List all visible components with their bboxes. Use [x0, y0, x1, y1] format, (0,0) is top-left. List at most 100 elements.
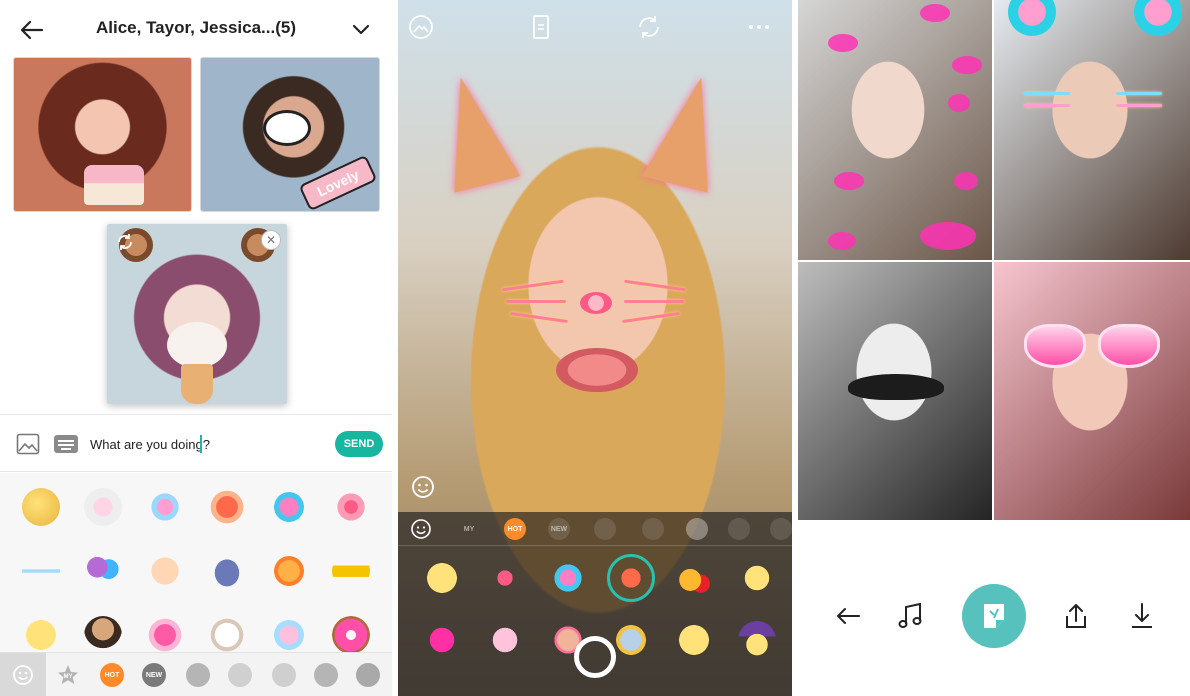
filter-fox-glitter[interactable] [599, 552, 662, 604]
puppy-nose-sticker [263, 110, 311, 146]
lovely-sticker: Lovely [298, 154, 378, 211]
category-monkey[interactable] [642, 518, 664, 540]
tab-new[interactable]: NEW [142, 663, 166, 687]
filter-kiss-lips[interactable] [410, 614, 473, 666]
sunglass-lens-left [1024, 324, 1086, 368]
sticker-panel [0, 473, 392, 654]
self-video-preview[interactable]: ✕ [107, 224, 287, 404]
gallery-icon[interactable] [408, 14, 434, 40]
whisker [624, 300, 684, 303]
filter-mouse-ears[interactable] [536, 552, 599, 604]
category-raccoon[interactable] [686, 518, 708, 540]
collage-photo-kisses[interactable] [798, 0, 992, 260]
collage-photo-sunglasses[interactable] [994, 262, 1190, 520]
whisker [622, 311, 680, 324]
cat-nose-filter [580, 292, 612, 314]
share-icon[interactable] [1060, 600, 1092, 632]
whisker [1024, 104, 1070, 107]
category-tiger[interactable] [728, 518, 750, 540]
filter-category-bar: MY HOT NEW [398, 512, 792, 546]
tab-sparkle[interactable] [272, 663, 296, 687]
category-new[interactable]: NEW [548, 518, 570, 540]
sticker-cat-whiskers[interactable] [320, 481, 382, 533]
kiss-mark [920, 4, 950, 22]
sticker-thumbs-up[interactable] [134, 545, 196, 597]
participant-video-1[interactable] [14, 58, 191, 211]
participant-video-2[interactable]: Lovely [201, 58, 379, 211]
collage-photo-mustache[interactable] [798, 262, 992, 520]
sticker-gold-crown[interactable] [320, 545, 382, 597]
smiley-icon[interactable] [410, 474, 436, 500]
filter-twin-faces[interactable] [410, 552, 473, 604]
kiss-mark [920, 222, 976, 250]
sticker-balloons[interactable] [72, 545, 134, 597]
tab-monkey[interactable] [314, 663, 338, 687]
kiss-mark [952, 56, 982, 74]
aspect-ratio-icon[interactable] [528, 14, 554, 40]
send-button[interactable]: SEND [335, 431, 383, 457]
whisker [1024, 92, 1070, 95]
sticker-category-tabs: MY HOT NEW [0, 652, 392, 696]
category-hot[interactable]: HOT [504, 518, 526, 540]
whisker [502, 279, 564, 292]
camera-toolbar [398, 0, 792, 54]
tab-mask[interactable] [356, 663, 380, 687]
rotate-camera-icon[interactable] [115, 232, 135, 252]
smiley-icon[interactable] [410, 518, 432, 540]
mustache-sticker [848, 374, 944, 400]
sticker-fox-face[interactable] [196, 481, 258, 533]
filter-cat-whiskers[interactable] [473, 552, 536, 604]
whisker [506, 300, 566, 303]
filter-bow-dots[interactable] [473, 614, 536, 666]
collage-photo-mouse[interactable] [994, 0, 1190, 260]
whisker [510, 311, 568, 324]
kiss-mark [834, 172, 864, 190]
sticker-whale[interactable] [196, 545, 258, 597]
app-screens: Alice, Tayor, Jessica...(5) Lovely ✕ Wha… [0, 0, 1190, 696]
bear-snout-sticker [167, 322, 227, 368]
category-cat[interactable] [594, 518, 616, 540]
back-arrow-icon[interactable] [832, 600, 864, 632]
text-caret [200, 435, 202, 453]
filter-heart-glasses[interactable] [725, 552, 788, 604]
filter-heart-eyes[interactable] [662, 614, 725, 666]
chevron-down-icon[interactable] [348, 16, 374, 42]
tab-my[interactable]: MY [56, 663, 80, 687]
back-arrow-icon[interactable] [18, 16, 46, 44]
sticker-twin-faces[interactable] [10, 481, 72, 533]
message-composer: SEND [0, 414, 392, 472]
tab-hot[interactable]: HOT [100, 663, 124, 687]
category-my[interactable]: MY [458, 518, 480, 540]
music-note-icon[interactable] [894, 600, 926, 632]
filter-witch-hat[interactable] [725, 614, 788, 666]
switch-camera-icon[interactable] [636, 14, 662, 40]
sticker-bunny-ears[interactable] [72, 481, 134, 533]
sticker-fold-icon [984, 604, 1004, 628]
keyboard-icon[interactable] [54, 435, 78, 453]
chat-title[interactable]: Alice, Tayor, Jessica...(5) [70, 18, 322, 38]
gallery-icon[interactable] [16, 433, 40, 455]
sticker-toggle-button[interactable] [0, 653, 46, 696]
kiss-mark [954, 172, 978, 190]
cat-ear-right-filter [641, 69, 735, 193]
download-icon[interactable] [1126, 600, 1158, 632]
whisker [624, 279, 686, 292]
close-preview-button[interactable]: ✕ [261, 230, 281, 250]
more-options-icon[interactable] [746, 14, 772, 40]
svg-text:MY: MY [64, 674, 73, 680]
sticker-autumn-leaf[interactable] [258, 545, 320, 597]
kiss-mark [948, 94, 970, 112]
chat-screen: Alice, Tayor, Jessica...(5) Lovely ✕ Wha… [0, 0, 392, 696]
smiley-icon [13, 665, 33, 685]
sticker-cat-ears[interactable] [134, 481, 196, 533]
message-input[interactable] [90, 431, 326, 457]
sticker-grid [10, 481, 386, 661]
shutter-button[interactable] [574, 636, 616, 678]
filter-pineapple[interactable] [662, 552, 725, 604]
tab-cat[interactable] [228, 663, 252, 687]
category-more[interactable] [770, 518, 792, 540]
sticker-mouse-ears[interactable] [258, 481, 320, 533]
sticker-sparkle-line[interactable] [10, 545, 72, 597]
sticker-save-button[interactable] [962, 584, 1026, 648]
tab-raccoon[interactable] [186, 663, 210, 687]
